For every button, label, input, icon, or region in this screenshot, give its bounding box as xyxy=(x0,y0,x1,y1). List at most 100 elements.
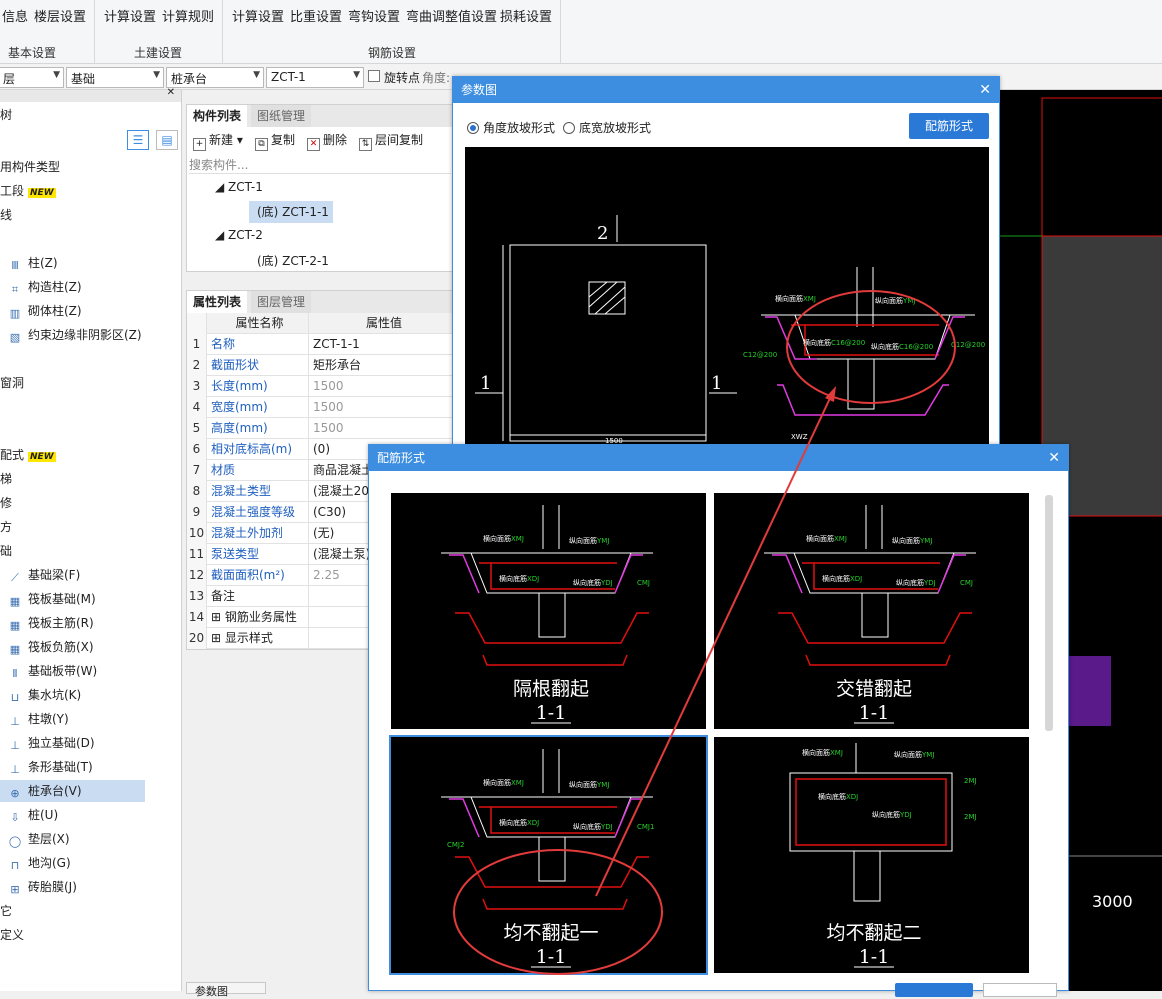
hook-settings-button[interactable]: 弯钩设置 xyxy=(348,6,400,25)
property-row[interactable]: 3 长度(mm) 1500 xyxy=(187,376,455,397)
loss-settings-button[interactable]: 损耗设置 xyxy=(500,6,552,25)
option-section: 1-1 xyxy=(536,946,567,968)
nav-item-label: 筏板主筋(R) xyxy=(28,616,94,630)
nav-item[interactable]: ▧ 约束边缘非阴影区(Z) xyxy=(0,324,145,346)
ok-button[interactable] xyxy=(895,983,973,997)
chevron-down-icon: ▼ xyxy=(353,70,360,80)
nav-item[interactable]: 窗洞 xyxy=(0,372,181,394)
new-button[interactable]: + 新建 ▾ xyxy=(193,131,243,151)
specific-gravity-settings-button[interactable]: 比重设置 xyxy=(290,6,342,25)
property-name: 备注 xyxy=(209,586,309,607)
tab-property-list[interactable]: 属性列表 xyxy=(187,291,248,313)
note-side-rebar-left: C12@200 xyxy=(743,351,777,359)
type-select[interactable]: 基础 ▼ xyxy=(66,67,164,88)
nav-item[interactable]: ⊞ 砖胎膜(J) xyxy=(0,876,145,898)
property-value[interactable]: 1500 xyxy=(311,418,455,439)
note-transverse-top: 横向面筋XMJ xyxy=(775,294,816,303)
nav-item[interactable]: 配式 NEW xyxy=(0,444,181,466)
property-row[interactable]: 5 高度(mm) 1500 xyxy=(187,418,455,439)
nav-item[interactable]: ⊕ 桩承台(V) xyxy=(0,780,145,802)
tree-node-zct-2-1[interactable]: (底) ZCT-2-1 xyxy=(257,252,329,269)
nav-item[interactable]: Ⅱ 基础板带(W) xyxy=(0,660,145,682)
rotate-point-checkbox[interactable] xyxy=(368,70,380,82)
delete-icon: ✕ xyxy=(307,138,320,151)
svg-text:横向面筋XMJ: 横向面筋XMJ xyxy=(483,778,524,787)
option-no-bend-1[interactable]: 横向面筋XMJ 纵向面筋YMJ 横向底筋XDJ 纵向底筋YDJ CMJ1 CMJ2 均不翻起… xyxy=(389,735,708,975)
rebar-calc-settings-button[interactable]: 计算设置 xyxy=(232,6,284,25)
nav-item[interactable]: ⊥ 条形基础(T) xyxy=(0,756,145,778)
nav-item[interactable]: ▦ 筏板主筋(R) xyxy=(0,612,145,634)
nav-item[interactable]: 方 xyxy=(0,516,181,538)
nav-item[interactable]: ⊥ 柱墩(Y) xyxy=(0,708,145,730)
nav-item-label: 地沟(G) xyxy=(28,856,71,870)
row-number: 5 xyxy=(187,418,207,439)
nav-item[interactable]: 它 xyxy=(0,900,181,922)
nav-item[interactable]: ⇩ 桩(U) xyxy=(0,804,145,826)
property-value[interactable]: 1500 xyxy=(311,376,455,397)
nav-item[interactable]: 线 xyxy=(0,204,181,226)
close-icon[interactable]: ✕ xyxy=(167,87,175,98)
tab-component-list[interactable]: 构件列表 xyxy=(187,105,248,127)
option-alternate-bend[interactable]: 横向面筋XMJ 纵向面筋YMJ 横向底筋XDJ 纵向底筋YDJ CMJ 隔根翻起 1-1 xyxy=(391,493,706,729)
component-select[interactable]: ZCT-1 ▼ xyxy=(266,67,364,88)
row-number: 3 xyxy=(187,376,207,397)
tree-view-icon[interactable]: ▤ xyxy=(156,130,178,150)
property-row[interactable]: 2 截面形状 矩形承台 xyxy=(187,355,455,376)
property-name: 泵送类型 xyxy=(209,544,309,565)
nav-item[interactable]: ▥ 砌体柱(Z) xyxy=(0,300,145,322)
nav-item[interactable]: ▦ 筏板负筋(X) xyxy=(0,636,145,658)
param-dialog-title: 参数图 xyxy=(453,77,999,103)
nav-item[interactable]: ⊓ 地沟(G) xyxy=(0,852,145,874)
civil-calc-settings-button[interactable]: 计算设置 xyxy=(104,6,156,25)
nav-item[interactable]: ⌗ 构造柱(Z) xyxy=(0,276,145,298)
property-value[interactable]: 1500 xyxy=(311,397,455,418)
rebar-form-button[interactable]: 配筋形式 xyxy=(909,113,989,139)
nav-item[interactable]: 用构件类型 xyxy=(0,156,181,178)
nav-item[interactable]: ▦ 筏板基础(M) xyxy=(0,588,145,610)
nav-item[interactable]: Ⅲ 柱(Z) xyxy=(0,252,145,274)
floor-select[interactable]: 层 ▼ xyxy=(0,67,64,88)
raft-negative-rebar-icon: ▦ xyxy=(9,643,21,656)
delete-button[interactable]: ✕ 删除 xyxy=(307,131,347,151)
search-component-input[interactable]: 搜索构件... xyxy=(189,156,451,174)
property-value[interactable]: ZCT-1-1 xyxy=(311,334,455,355)
nav-item[interactable]: ⊥ 独立基础(D) xyxy=(0,732,145,754)
svg-text:横向底筋XDJ: 横向底筋XDJ xyxy=(822,574,862,583)
copy-button[interactable]: ⧉ 复制 xyxy=(255,131,295,151)
tree-node-zct-1[interactable]: ◢ ZCT-1 xyxy=(215,180,263,194)
angle-slope-radio[interactable]: 角度放坡形式 xyxy=(467,119,555,136)
property-row[interactable]: 4 宽度(mm) 1500 xyxy=(187,397,455,418)
list-view-icon[interactable]: ☰ xyxy=(127,130,149,150)
param-diagram-tab[interactable]: 参数图 xyxy=(186,982,266,998)
row-number: 8 xyxy=(187,481,207,502)
tab-layer-management[interactable]: 图层管理 xyxy=(251,291,312,313)
floor-copy-button[interactable]: ⇅ 层间复制 xyxy=(359,131,423,151)
property-row[interactable]: 1 名称 ZCT-1-1 xyxy=(187,334,455,355)
tab-drawing-management[interactable]: 图纸管理 xyxy=(251,105,312,127)
nav-item[interactable]: 修 xyxy=(0,492,181,514)
option-staggered-bend[interactable]: 横向面筋XMJ 纵向面筋YMJ 横向底筋XDJ 纵向底筋YDJ CMJ 交错翻起 1-1 xyxy=(714,493,1029,729)
width-slope-radio[interactable]: 底宽放坡形式 xyxy=(563,119,651,136)
nav-item[interactable]: 梯 xyxy=(0,468,181,490)
property-value[interactable]: 矩形承台 xyxy=(311,355,455,376)
bend-adjust-settings-button[interactable]: 弯曲调整值设置 xyxy=(406,6,497,25)
nav-item[interactable]: ◯ 垫层(X) xyxy=(0,828,145,850)
scrollbar[interactable] xyxy=(1045,495,1053,731)
option-no-bend-2[interactable]: 横向面筋XMJ 纵向面筋YMJ 横向底筋XDJ 纵向底筋YDJ 2MJ 2MJ 均不翻起二 1… xyxy=(714,737,1029,973)
nav-item-label: 用构件类型 xyxy=(0,160,61,174)
floor-settings-button[interactable]: 楼层设置 xyxy=(34,6,86,25)
tree-node-zct-2[interactable]: ◢ ZCT-2 xyxy=(215,228,263,242)
nav-item[interactable]: 础 xyxy=(0,540,181,562)
nav-item[interactable]: ⊔ 集水坑(K) xyxy=(0,684,145,706)
nav-item[interactable]: 定义 xyxy=(0,924,181,946)
nav-item-label: 独立基础(D) xyxy=(28,736,95,750)
info-button[interactable]: 信息 xyxy=(2,6,28,25)
nav-item[interactable]: 工段 NEW xyxy=(0,180,181,202)
subtype-select[interactable]: 桩承台 ▼ xyxy=(166,67,264,88)
tree-node-zct-1-1[interactable]: (底) ZCT-1-1 xyxy=(249,201,333,223)
nav-item[interactable]: ⟋ 基础梁(F) xyxy=(0,564,145,586)
close-icon[interactable]: ✕ xyxy=(1048,445,1060,471)
close-icon[interactable]: ✕ xyxy=(979,77,991,103)
calc-rules-button[interactable]: 计算规则 xyxy=(162,6,214,25)
cancel-button[interactable] xyxy=(983,983,1057,997)
